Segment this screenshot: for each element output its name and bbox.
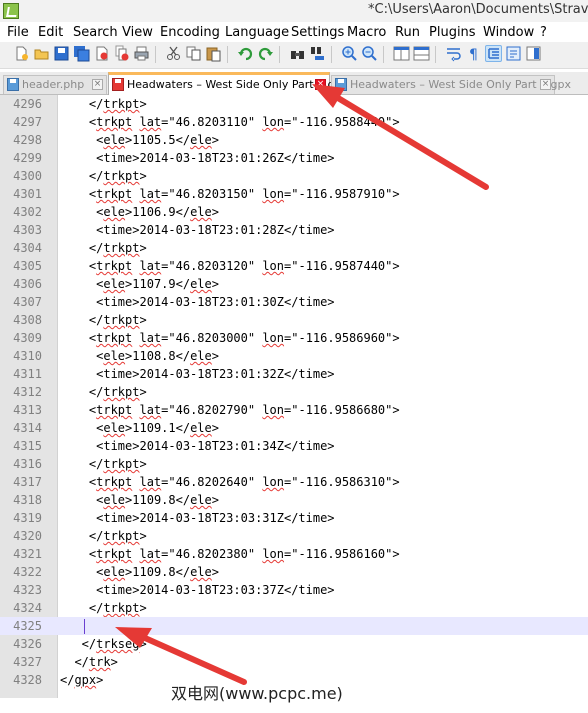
arrow-top [312, 84, 489, 190]
arrow-bottom [115, 627, 247, 685]
watermark: 双电网(www.pcpc.me) [171, 684, 343, 703]
annotation-arrows [115, 84, 489, 685]
